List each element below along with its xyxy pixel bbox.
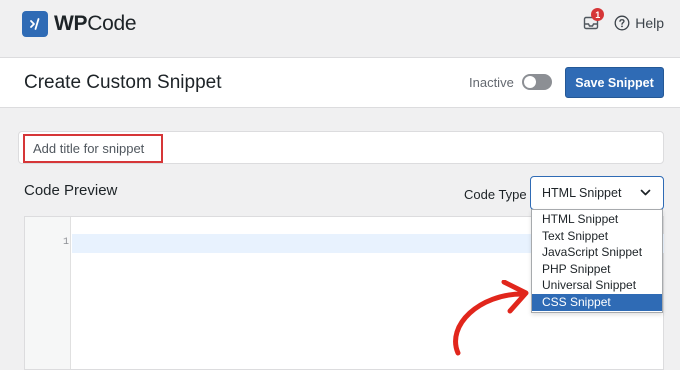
help-label: Help <box>635 15 664 31</box>
dropdown-option-php[interactable]: PHP Snippet <box>532 261 662 278</box>
logo-text: WPCode <box>54 12 137 35</box>
status-toggle-group: Inactive <box>469 74 552 90</box>
code-type-selected-value: HTML Snippet <box>542 186 622 200</box>
dropdown-option-text[interactable]: Text Snippet <box>532 228 662 245</box>
code-type-label: Code Type <box>464 187 527 202</box>
toggle-knob <box>523 76 536 88</box>
question-circle-icon <box>614 15 630 31</box>
help-link[interactable]: Help <box>614 15 664 31</box>
line-number: 1 <box>62 237 69 248</box>
dropdown-option-css[interactable]: CSS Snippet <box>532 293 662 311</box>
dropdown-option-javascript[interactable]: JavaScript Snippet <box>532 244 662 261</box>
code-preview-label: Code Preview <box>24 182 118 199</box>
save-snippet-button[interactable]: Save Snippet <box>565 67 664 98</box>
top-right-actions: 1 Help <box>582 8 664 32</box>
chevron-down-icon <box>640 189 651 196</box>
dropdown-option-universal[interactable]: Universal Snippet <box>532 277 662 294</box>
code-type-select[interactable]: HTML Snippet <box>530 176 664 210</box>
code-slash-icon <box>22 11 48 37</box>
page-title: Create Custom Snippet <box>24 72 222 93</box>
dropdown-option-html[interactable]: HTML Snippet <box>532 211 662 228</box>
snippet-title-field[interactable]: Add title for snippet <box>18 131 664 164</box>
notifications-button[interactable]: 1 <box>582 8 605 32</box>
wpcode-logo[interactable]: WPCode <box>22 10 137 38</box>
notification-badge: 1 <box>591 8 605 21</box>
editor-gutter: 1 <box>25 217 71 369</box>
curved-arrow-icon <box>453 280 529 356</box>
status-label: Inactive <box>469 74 514 90</box>
code-type-dropdown: HTML Snippet Text Snippet JavaScript Sni… <box>531 209 663 313</box>
active-toggle[interactable] <box>521 74 552 90</box>
page-header: Create Custom Snippet Inactive Save Snip… <box>0 57 680 108</box>
snippet-title-input[interactable]: Add title for snippet <box>23 134 163 163</box>
top-bar: WPCode 1 Help <box>0 0 680 48</box>
